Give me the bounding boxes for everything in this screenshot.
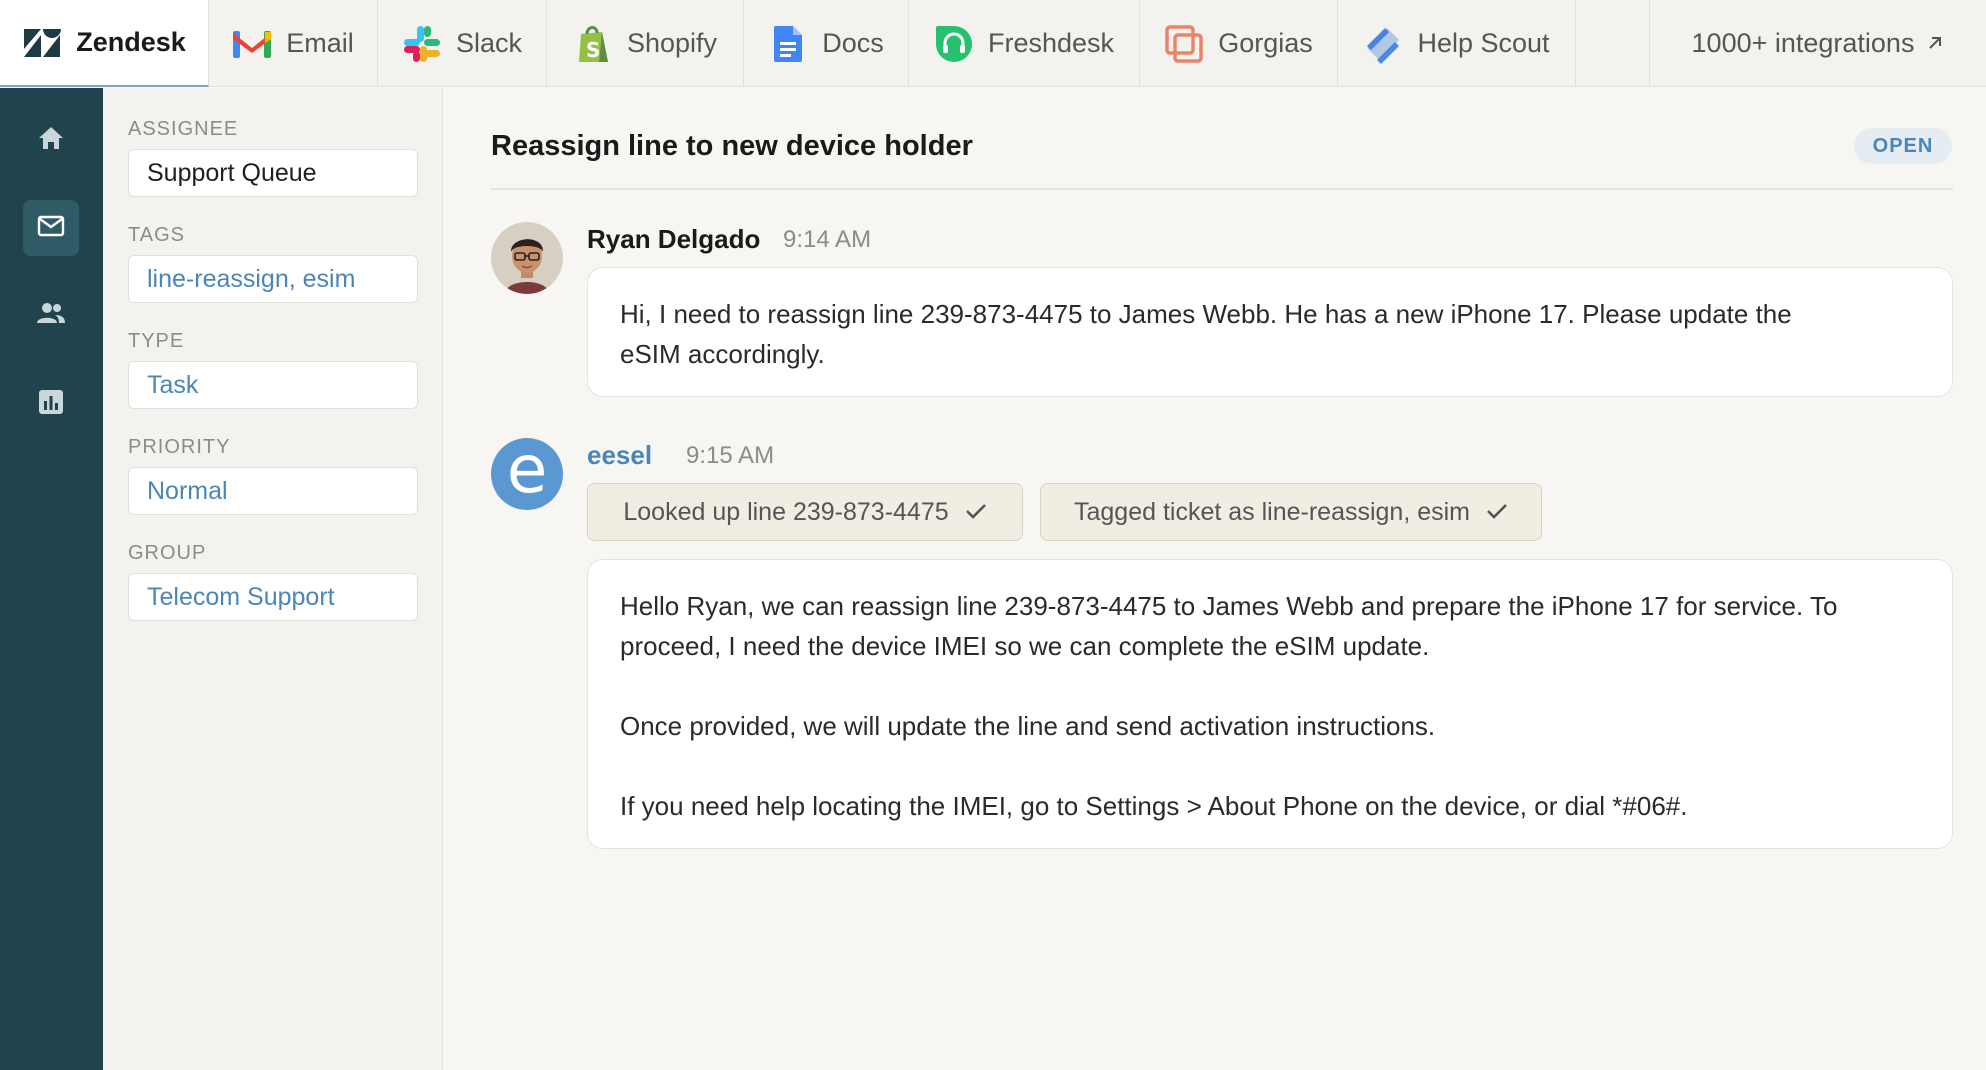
rail-home-button[interactable] bbox=[23, 112, 79, 168]
action-chip-label: Tagged ticket as line-reassign, esim bbox=[1073, 497, 1471, 526]
group-label: GROUP bbox=[128, 542, 207, 564]
priority-field[interactable]: Normal bbox=[128, 467, 418, 515]
tags-field[interactable]: line-reassign, esim bbox=[128, 255, 418, 303]
action-chip-label: Looked up line 239-873-4475 bbox=[623, 497, 949, 526]
checkmark-icon bbox=[1486, 498, 1508, 527]
ticket-properties-panel: ASSIGNEE Support Queue TAGS line-reassig… bbox=[103, 88, 443, 1070]
tab-label: Shopify bbox=[626, 28, 718, 58]
integrations-link[interactable]: 1000+ integrations bbox=[1649, 0, 1986, 87]
rail-reports-button[interactable] bbox=[23, 376, 79, 432]
group-field[interactable]: Telecom Support bbox=[128, 573, 418, 621]
tab-freshdesk[interactable]: Freshdesk bbox=[909, 0, 1140, 87]
home-icon bbox=[37, 125, 65, 156]
tab-label: Email bbox=[286, 28, 354, 58]
customer-message-bubble: Hi, I need to reassign line 239-873-4475… bbox=[587, 267, 1953, 397]
integrations-link-label: 1000+ integrations bbox=[1691, 28, 1915, 58]
integration-tab-bar: Zendesk Email Slack S Shopify Docs Fresh… bbox=[0, 0, 1986, 87]
freshdesk-icon bbox=[934, 24, 974, 64]
tab-email[interactable]: Email bbox=[209, 0, 378, 87]
message-line: proceed, I need the device IMEI so we ca… bbox=[620, 631, 1430, 661]
message-author: Ryan Delgado bbox=[587, 224, 761, 254]
tab-label: Docs bbox=[822, 28, 884, 58]
arrow-up-right-icon bbox=[1926, 28, 1944, 59]
users-icon bbox=[36, 301, 66, 330]
tab-label: Zendesk bbox=[76, 27, 186, 57]
tags-label: TAGS bbox=[128, 224, 185, 246]
message-time: 9:15 AM bbox=[686, 442, 775, 469]
message-line: eSIM accordingly. bbox=[620, 339, 825, 369]
gmail-icon bbox=[232, 24, 272, 64]
tab-docs[interactable]: Docs bbox=[744, 0, 909, 87]
message-author: eesel bbox=[587, 440, 653, 470]
tab-label: Slack bbox=[455, 28, 523, 58]
rail-users-button[interactable] bbox=[23, 287, 79, 343]
message-time: 9:14 AM bbox=[783, 226, 872, 253]
tab-gorgias[interactable]: Gorgias bbox=[1140, 0, 1338, 87]
header-divider bbox=[491, 188, 1953, 190]
zendesk-logo-icon bbox=[22, 23, 62, 63]
status-badge: OPEN bbox=[1854, 128, 1952, 164]
helpscout-icon bbox=[1363, 24, 1403, 64]
navigation-rail bbox=[0, 88, 103, 1070]
tab-label: Gorgias bbox=[1218, 28, 1313, 58]
message-line: Hello Ryan, we can reassign line 239-873… bbox=[620, 591, 1838, 621]
docs-icon bbox=[768, 24, 808, 64]
eesel-avatar-letter: e bbox=[506, 438, 548, 508]
tab-zendesk[interactable]: Zendesk bbox=[0, 0, 209, 87]
message-line: Hi, I need to reassign line 239-873-4475… bbox=[620, 299, 1792, 329]
tab-label: Freshdesk bbox=[987, 28, 1115, 58]
customer-avatar bbox=[491, 222, 563, 294]
mail-icon bbox=[37, 215, 65, 242]
tab-shopify[interactable]: S Shopify bbox=[547, 0, 744, 87]
message-line: Once provided, we will update the line a… bbox=[620, 711, 1436, 741]
gorgias-icon bbox=[1164, 24, 1204, 64]
eesel-avatar: e bbox=[491, 438, 563, 510]
shopify-icon: S bbox=[573, 24, 613, 64]
type-label: TYPE bbox=[128, 330, 185, 352]
eesel-reply-bubble: Hello Ryan, we can reassign line 239-873… bbox=[587, 559, 1953, 849]
rail-mail-button[interactable] bbox=[23, 200, 79, 256]
action-chip-lookup[interactable]: Looked up line 239-873-4475 bbox=[587, 483, 1023, 541]
tab-label: Help Scout bbox=[1417, 28, 1550, 58]
type-field[interactable]: Task bbox=[128, 361, 418, 409]
slack-icon bbox=[402, 24, 442, 64]
svg-text:S: S bbox=[586, 38, 600, 62]
action-chip-tagged[interactable]: Tagged ticket as line-reassign, esim bbox=[1040, 483, 1542, 541]
assignee-label: ASSIGNEE bbox=[128, 118, 239, 140]
message-line: If you need help locating the IMEI, go t… bbox=[620, 791, 1688, 821]
tab-slack[interactable]: Slack bbox=[378, 0, 547, 87]
tab-help-scout[interactable]: Help Scout bbox=[1338, 0, 1576, 87]
ticket-title: Reassign line to new device holder bbox=[491, 130, 973, 162]
priority-label: PRIORITY bbox=[128, 436, 231, 458]
chart-icon bbox=[38, 389, 64, 420]
conversation-panel: Reassign line to new device holder OPEN … bbox=[444, 88, 1986, 1070]
checkmark-icon bbox=[965, 498, 987, 527]
assignee-field[interactable]: Support Queue bbox=[128, 149, 418, 197]
